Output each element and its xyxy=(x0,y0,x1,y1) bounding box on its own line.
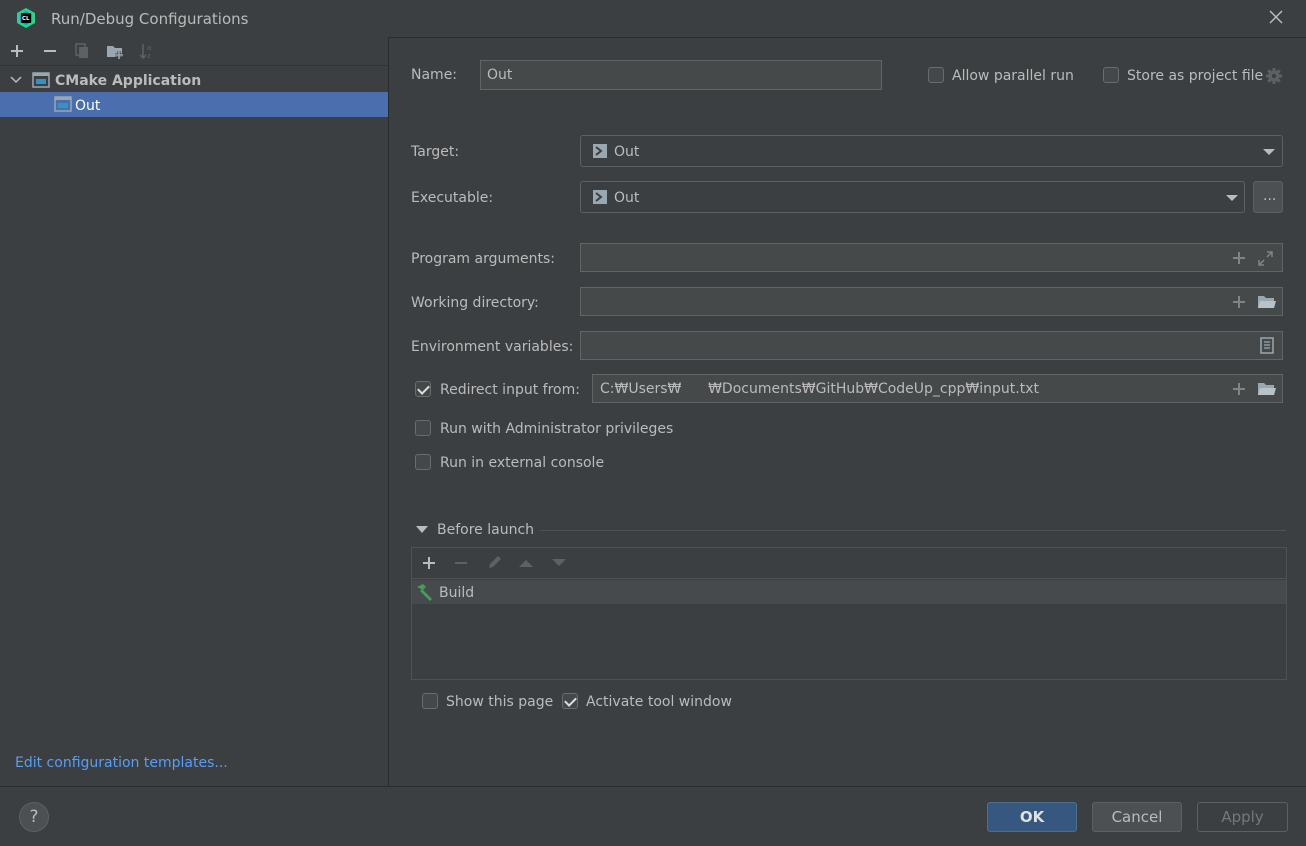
add-icon[interactable] xyxy=(8,42,26,60)
list-toolbar-divider xyxy=(412,578,1286,579)
before-launch-item[interactable] xyxy=(412,580,1286,604)
name-input-value: Out xyxy=(487,67,513,83)
application-config-icon xyxy=(54,96,72,112)
move-up-icon[interactable] xyxy=(518,557,534,569)
activate-tool-window-label: Activate tool window xyxy=(586,694,732,710)
cancel-button[interactable]: Cancel xyxy=(1092,802,1182,832)
edit-task-icon[interactable] xyxy=(486,554,503,571)
show-this-page-label: Show this page xyxy=(446,694,554,710)
run-as-admin-label: Run with Administrator privileges xyxy=(440,421,674,437)
allow-parallel-run-checkbox[interactable] xyxy=(928,67,944,83)
program-arguments-input[interactable] xyxy=(580,243,1283,272)
allow-parallel-run-label: Allow parallel run xyxy=(952,68,1074,84)
add-macro-icon[interactable] xyxy=(1232,295,1246,309)
clion-app-icon: CL xyxy=(17,8,35,28)
svg-text:z: z xyxy=(147,52,151,60)
executable-target-icon xyxy=(593,144,607,158)
working-directory-label: Working directory: xyxy=(411,295,539,311)
dropdown-arrow-icon xyxy=(1226,195,1238,201)
gear-icon[interactable] xyxy=(1265,67,1283,85)
run-as-admin-checkbox[interactable] xyxy=(415,420,431,436)
collapse-triangle-icon[interactable] xyxy=(416,526,428,533)
expand-icon[interactable] xyxy=(1258,251,1273,266)
executable-value: Out xyxy=(614,190,640,206)
ok-button[interactable]: OK xyxy=(987,802,1077,832)
add-macro-icon[interactable] xyxy=(1232,382,1246,396)
add-macro-icon[interactable] xyxy=(1232,251,1246,265)
program-arguments-label: Program arguments: xyxy=(411,251,555,267)
copy-icon[interactable] xyxy=(73,42,91,60)
folder-open-icon[interactable] xyxy=(1257,381,1277,397)
footer-divider xyxy=(0,786,1306,787)
help-button[interactable]: ? xyxy=(19,802,49,832)
folder-open-icon[interactable] xyxy=(1257,294,1277,310)
store-as-project-file-checkbox[interactable] xyxy=(1103,67,1119,83)
environment-variables-label: Environment variables: xyxy=(411,339,574,355)
show-this-page-checkbox[interactable] xyxy=(422,693,438,709)
run-in-external-console-checkbox[interactable] xyxy=(415,454,431,470)
before-launch-item-label: Build xyxy=(439,585,475,601)
tree-root-label: CMake Application xyxy=(55,73,202,89)
executable-combobox[interactable]: Out xyxy=(580,181,1245,213)
before-launch-list xyxy=(411,547,1287,680)
name-label: Name: xyxy=(411,67,458,83)
svg-text:CL: CL xyxy=(22,16,30,22)
remove-task-icon[interactable] xyxy=(453,555,469,571)
browse-executable-button[interactable]: ... xyxy=(1253,181,1283,213)
edit-templates-link[interactable]: Edit configuration templates... xyxy=(15,755,228,771)
apply-button[interactable]: Apply xyxy=(1197,802,1288,832)
redirect-input-checkbox[interactable] xyxy=(415,381,431,397)
target-combobox[interactable]: Out xyxy=(580,135,1283,167)
target-value: Out xyxy=(614,144,640,160)
working-directory-input[interactable] xyxy=(580,287,1283,316)
before-launch-title: Before launch xyxy=(437,522,535,538)
add-task-icon[interactable] xyxy=(421,555,437,571)
name-input[interactable]: Out xyxy=(480,60,882,90)
activate-tool-window-checkbox[interactable] xyxy=(562,693,578,709)
remove-icon[interactable] xyxy=(41,42,59,60)
chevron-down-icon[interactable] xyxy=(9,73,23,87)
configurations-sidebar xyxy=(0,37,389,786)
redirect-input-path-input[interactable]: C:₩Users₩ ₩Documents₩GitHub₩CodeUp_cpp₩i… xyxy=(592,374,1283,403)
tree-child-label: Out xyxy=(75,98,101,114)
browse-label: ... xyxy=(1263,188,1277,204)
toolbar-divider xyxy=(0,65,388,66)
redirect-input-path-value: C:₩Users₩ ₩Documents₩GitHub₩CodeUp_cpp₩i… xyxy=(600,381,1039,397)
executable-target-icon xyxy=(593,190,607,204)
svg-text:a: a xyxy=(147,44,151,52)
run-in-external-console-label: Run in external console xyxy=(440,455,605,471)
move-down-icon[interactable] xyxy=(551,557,567,569)
sort-icon[interactable]: a z xyxy=(138,42,156,60)
target-label: Target: xyxy=(411,144,460,160)
executable-label: Executable: xyxy=(411,190,494,206)
store-as-project-file-label: Store as project file xyxy=(1127,68,1264,84)
close-icon[interactable] xyxy=(1266,7,1286,27)
hammer-build-icon xyxy=(417,584,432,601)
section-divider xyxy=(540,530,1286,531)
window-title: Run/Debug Configurations xyxy=(51,10,249,28)
edit-list-icon[interactable] xyxy=(1260,337,1274,354)
cmake-application-icon xyxy=(32,72,50,88)
redirect-input-label: Redirect input from: xyxy=(440,382,580,398)
new-folder-icon[interactable] xyxy=(106,42,124,60)
environment-variables-input[interactable] xyxy=(580,331,1283,360)
dropdown-arrow-icon xyxy=(1263,149,1275,155)
